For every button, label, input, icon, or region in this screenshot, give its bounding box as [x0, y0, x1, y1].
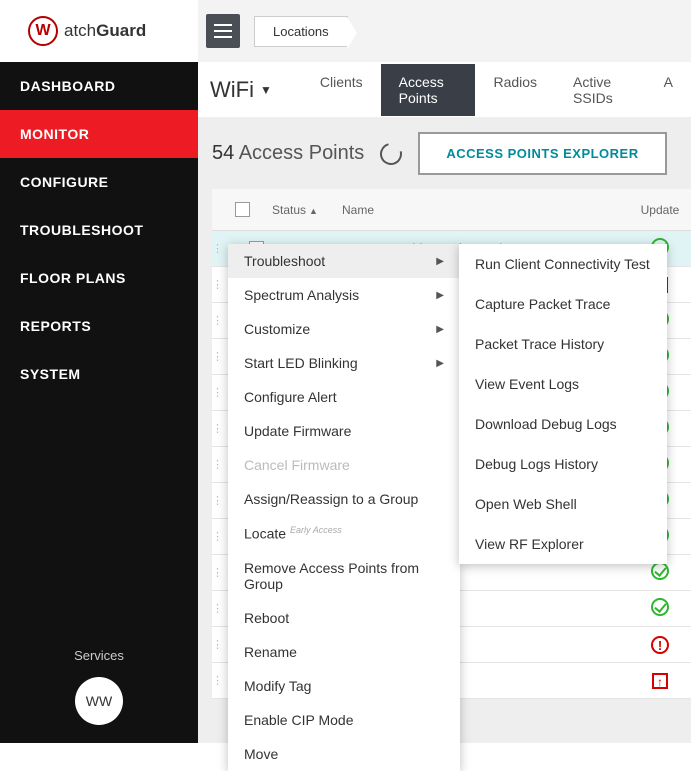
sub-capture-packet-trace[interactable]: Capture Packet Trace — [459, 284, 667, 324]
tab-a[interactable]: A — [646, 64, 691, 116]
col-update[interactable]: Update — [629, 203, 691, 217]
brand-logo: W atchGuard — [0, 0, 198, 62]
drag-handle-icon[interactable]: ⋮⋮ — [212, 638, 226, 651]
drag-handle-icon[interactable]: ⋮⋮ — [212, 350, 226, 363]
ctx-locate[interactable]: LocateEarly Access — [228, 516, 460, 551]
drag-handle-icon[interactable]: ⋮⋮ — [212, 386, 226, 399]
sub-download-debug-logs[interactable]: Download Debug Logs — [459, 404, 667, 444]
tab-access-points[interactable]: Access Points — [381, 64, 476, 116]
ctx-cancel-firmware: Cancel Firmware — [228, 448, 460, 482]
section-title[interactable]: WiFi ▼ — [210, 77, 272, 103]
tab-bar: WiFi ▼ ClientsAccess PointsRadiosActive … — [198, 62, 691, 118]
sub-view-event-logs[interactable]: View Event Logs — [459, 364, 667, 404]
update-available-icon: ↑ — [652, 673, 668, 689]
logo-mark-icon: W — [28, 16, 58, 46]
ctx-assign-reassign-to-a-group[interactable]: Assign/Reassign to a Group — [228, 482, 460, 516]
troubleshoot-submenu: Run Client Connectivity TestCapture Pack… — [459, 244, 667, 564]
refresh-icon[interactable] — [376, 138, 406, 168]
drag-handle-icon[interactable]: ⋮⋮ — [212, 314, 226, 327]
select-all-checkbox[interactable] — [235, 202, 250, 217]
ctx-enable-cip-mode[interactable]: Enable CIP Mode — [228, 703, 460, 737]
nav-item-reports[interactable]: REPORTS — [0, 302, 198, 350]
ctx-customize[interactable]: Customize▶ — [228, 312, 460, 346]
drag-handle-icon[interactable]: ⋮⋮ — [212, 278, 226, 291]
nav-item-system[interactable]: SYSTEM — [0, 350, 198, 398]
ctx-remove-access-points-from-group[interactable]: Remove Access Points from Group — [228, 551, 460, 601]
ctx-modify-tag[interactable]: Modify Tag — [228, 669, 460, 703]
context-menu: Troubleshoot▶Spectrum Analysis▶Customize… — [228, 244, 460, 771]
sub-run-client-connectivity-test[interactable]: Run Client Connectivity Test — [459, 244, 667, 284]
drag-handle-icon[interactable]: ⋮⋮ — [212, 422, 226, 435]
status-warn-icon: ! — [651, 636, 669, 654]
ctx-move[interactable]: Move — [228, 737, 460, 771]
drag-handle-icon[interactable]: ⋮⋮ — [212, 458, 226, 471]
chevron-right-icon: ▶ — [436, 324, 444, 335]
ctx-reboot[interactable]: Reboot — [228, 601, 460, 635]
nav-item-dashboard[interactable]: DASHBOARD — [0, 62, 198, 110]
topbar: Locations — [198, 0, 691, 62]
nav-item-troubleshoot[interactable]: TROUBLESHOOT — [0, 206, 198, 254]
drag-handle-icon[interactable]: ⋮⋮ — [212, 566, 226, 579]
drag-handle-icon[interactable]: ⋮⋮ — [212, 242, 226, 255]
sub-debug-logs-history[interactable]: Debug Logs History — [459, 444, 667, 484]
drag-handle-icon[interactable]: ⋮⋮ — [212, 674, 226, 687]
caret-down-icon: ▼ — [260, 83, 272, 97]
services-label[interactable]: Services — [0, 648, 198, 663]
tab-radios[interactable]: Radios — [475, 64, 555, 116]
ctx-start-led-blinking[interactable]: Start LED Blinking▶ — [228, 346, 460, 380]
table-header: Status▲ Name Update — [212, 189, 691, 231]
logo-text: atchGuard — [64, 21, 146, 41]
col-name[interactable]: Name — [342, 203, 629, 217]
sub-open-web-shell[interactable]: Open Web Shell — [459, 484, 667, 524]
nav-item-monitor[interactable]: MONITOR — [0, 110, 198, 158]
sort-asc-icon: ▲ — [309, 206, 318, 216]
ctx-troubleshoot[interactable]: Troubleshoot▶ — [228, 244, 460, 278]
col-status[interactable]: Status▲ — [272, 203, 342, 217]
tab-active-ssids[interactable]: Active SSIDs — [555, 64, 646, 116]
nav-item-floor-plans[interactable]: FLOOR PLANS — [0, 254, 198, 302]
chevron-right-icon: ▶ — [436, 290, 444, 301]
sidebar: W atchGuard DASHBOARDMONITORCONFIGURETRO… — [0, 0, 198, 743]
sub-view-rf-explorer[interactable]: View RF Explorer — [459, 524, 667, 564]
drag-handle-icon[interactable]: ⋮⋮ — [212, 602, 226, 615]
breadcrumb[interactable]: Locations — [254, 16, 348, 47]
drag-handle-icon[interactable]: ⋮⋮ — [212, 494, 226, 507]
status-ok-icon — [651, 562, 669, 580]
ctx-rename[interactable]: Rename — [228, 635, 460, 669]
tab-clients[interactable]: Clients — [302, 64, 381, 116]
section-title-text: WiFi — [210, 77, 254, 103]
hamburger-icon[interactable] — [206, 14, 240, 48]
ctx-configure-alert[interactable]: Configure Alert — [228, 380, 460, 414]
ctx-spectrum-analysis[interactable]: Spectrum Analysis▶ — [228, 278, 460, 312]
avatar[interactable]: WW — [75, 677, 123, 725]
chevron-right-icon: ▶ — [436, 256, 444, 267]
content-header: 54 Access Points ACCESS POINTS EXPLORER — [212, 132, 691, 175]
ctx-update-firmware[interactable]: Update Firmware — [228, 414, 460, 448]
drag-handle-icon[interactable]: ⋮⋮ — [212, 530, 226, 543]
explorer-button[interactable]: ACCESS POINTS EXPLORER — [418, 132, 666, 175]
chevron-right-icon: ▶ — [436, 358, 444, 369]
sub-packet-trace-history[interactable]: Packet Trace History — [459, 324, 667, 364]
nav-item-configure[interactable]: CONFIGURE — [0, 158, 198, 206]
status-ok-icon — [651, 598, 669, 616]
ap-count: 54 Access Points — [212, 142, 364, 165]
